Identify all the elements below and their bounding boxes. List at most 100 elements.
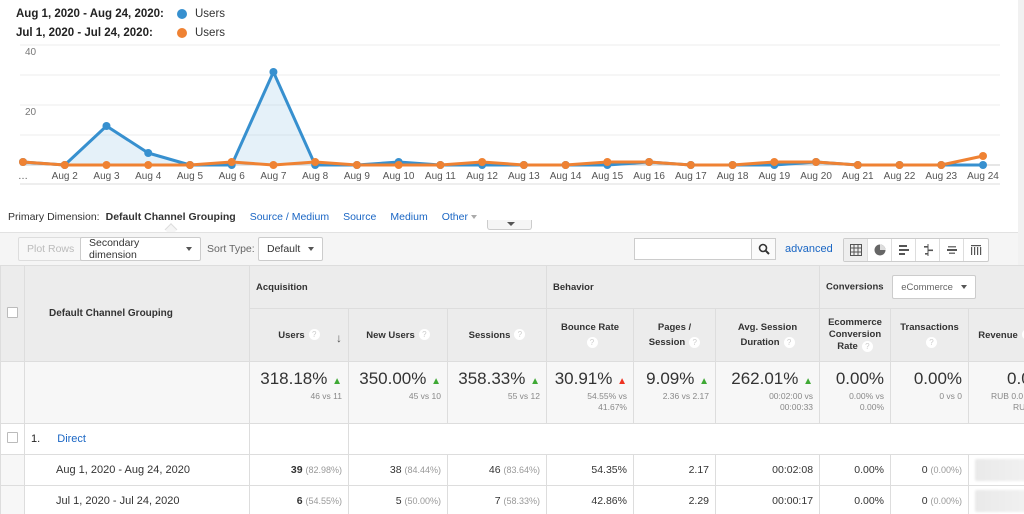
help-icon[interactable]: ? bbox=[586, 336, 598, 348]
x-tick-label: Aug 8 bbox=[302, 171, 329, 182]
cell-new-users: 5 (50.00%) bbox=[348, 485, 448, 514]
cell-transactions: 0 (0.00%) bbox=[890, 454, 970, 486]
cell-sessions: 46 (83.64%) bbox=[447, 454, 547, 486]
total-comparison: 55 vs 12 bbox=[507, 391, 540, 401]
data-point-previous bbox=[645, 158, 654, 166]
total-value: 0.00 bbox=[1007, 369, 1024, 388]
cell-value: 38 bbox=[389, 464, 402, 476]
dimension-header[interactable]: Default Channel Grouping bbox=[24, 265, 250, 362]
total-transactions: 0.00% 0 vs 0 bbox=[890, 361, 970, 424]
total-bounce-rate: 30.91% ▲ 54.55% vs 41.67% bbox=[546, 361, 634, 424]
search-button[interactable] bbox=[751, 238, 776, 260]
column-header-pages-session[interactable]: Pages / Session? bbox=[633, 308, 716, 362]
data-point-previous bbox=[227, 158, 236, 166]
x-tick-label: Aug 7 bbox=[260, 171, 287, 182]
conversions-select-value: eCommerce bbox=[901, 281, 953, 293]
view-percentage-button[interactable] bbox=[868, 239, 892, 261]
total-comparison: 54.55% vs bbox=[587, 391, 627, 401]
total-comparison: 46 vs 11 bbox=[310, 391, 342, 401]
group-header-behavior: Behavior bbox=[545, 265, 821, 309]
column-header-new-users[interactable]: New Users? bbox=[348, 308, 448, 362]
arrow-up-icon: ▲ bbox=[617, 376, 627, 387]
column-header-transactions[interactable]: Transactions? bbox=[890, 308, 970, 362]
data-point-previous bbox=[937, 161, 946, 169]
column-label-line3: Rate bbox=[837, 341, 858, 352]
sort-descending-icon: ↓ bbox=[336, 331, 342, 345]
total-comparison-line2: 00:00:33 bbox=[779, 402, 814, 412]
column-header-sessions[interactable]: Sessions? bbox=[447, 308, 547, 362]
legend-dot-icon bbox=[177, 27, 187, 38]
total-comparison: 45 vs 10 bbox=[408, 391, 441, 401]
dimension-source-medium[interactable]: Source / Medium bbox=[250, 211, 329, 223]
view-comparison-button[interactable] bbox=[916, 239, 940, 261]
data-point-previous bbox=[436, 161, 445, 169]
cell-percent: (83.64%) bbox=[503, 465, 540, 475]
series-line-current bbox=[22, 70, 983, 167]
total-value: 358.33% bbox=[458, 369, 526, 388]
chart-collapse-toggle[interactable] bbox=[487, 220, 532, 230]
x-tick-label: Aug 10 bbox=[383, 171, 415, 182]
help-icon[interactable]: ? bbox=[689, 336, 701, 348]
secondary-dimension-dropdown[interactable]: Secondary dimension bbox=[80, 237, 201, 261]
help-icon[interactable]: ? bbox=[783, 336, 795, 348]
total-value: 0.00% bbox=[835, 369, 885, 388]
sort-type-dropdown[interactable]: Default bbox=[258, 237, 324, 261]
cell-value: 46 bbox=[488, 464, 501, 476]
conversions-goal-dropdown[interactable]: eCommerce bbox=[892, 275, 976, 299]
dimension-medium[interactable]: Medium bbox=[390, 211, 427, 223]
table-row-period: Aug 1, 2020 - Aug 24, 2020 39 (82.98%) 3… bbox=[0, 454, 1024, 486]
column-header-bounce-rate[interactable]: Bounce Rate? bbox=[546, 308, 634, 362]
dimension-source[interactable]: Source bbox=[343, 211, 376, 223]
totals-checkbox-cell bbox=[0, 361, 25, 424]
data-point-previous bbox=[853, 161, 862, 169]
cell-value: 5 bbox=[395, 495, 402, 507]
help-icon[interactable]: ? bbox=[418, 329, 430, 341]
column-label: Bounce Rate bbox=[560, 322, 620, 333]
column-header-ecommerce-conversion-rate[interactable]: Ecommerce Conversion Rate? bbox=[819, 308, 892, 362]
report-table: Default Channel Grouping Acquisition Beh… bbox=[0, 265, 1024, 514]
view-pivot-button[interactable] bbox=[964, 239, 988, 261]
x-tick-label: Aug 6 bbox=[219, 171, 246, 182]
data-point-previous bbox=[770, 158, 779, 166]
help-icon[interactable]: ? bbox=[514, 329, 526, 341]
data-point-previous bbox=[478, 158, 487, 166]
plot-rows-button[interactable]: Plot Rows bbox=[18, 237, 84, 261]
arrow-up-icon: ▲ bbox=[530, 376, 540, 387]
x-tick-label: Aug 14 bbox=[550, 171, 582, 182]
help-icon[interactable]: ? bbox=[308, 329, 320, 341]
help-icon[interactable]: ? bbox=[861, 340, 873, 352]
legend-range: Jul 1, 2020 - Jul 24, 2020: bbox=[16, 26, 153, 39]
primary-dimension-label: Primary Dimension: bbox=[8, 211, 100, 223]
total-value: 350.00% bbox=[359, 369, 427, 388]
data-point-previous bbox=[144, 161, 153, 169]
view-term-cloud-button[interactable] bbox=[940, 239, 964, 261]
legend-metric: Users bbox=[195, 7, 226, 20]
view-data-button[interactable] bbox=[844, 239, 868, 261]
column-header-users[interactable]: Users? ↓ bbox=[249, 308, 349, 362]
total-comparison: 0 vs 0 bbox=[939, 391, 963, 401]
help-icon[interactable]: ? bbox=[926, 336, 938, 348]
arrow-up-icon: ▲ bbox=[699, 376, 709, 387]
advanced-filter-link[interactable]: advanced bbox=[785, 243, 833, 255]
row-blank-cell bbox=[0, 454, 25, 486]
cell-sessions: 7 (58.33%) bbox=[447, 485, 547, 514]
column-header-revenue[interactable]: Revenue? bbox=[968, 308, 1024, 362]
column-header-avg-session-duration[interactable]: Avg. Session Duration? bbox=[714, 308, 821, 362]
users-line-chart: 40 20 … Aug 2 Aug 3 Aug 4 Aug 5 Aug 6 Aug 7 Aug 8… bbox=[0, 40, 1010, 230]
pivot-icon bbox=[971, 245, 982, 255]
data-point-previous bbox=[728, 161, 737, 169]
select-all-checkbox[interactable] bbox=[7, 306, 18, 318]
total-sessions: 358.33% ▲ 55 vs 12 bbox=[447, 361, 547, 424]
chevron-down-icon bbox=[470, 215, 477, 220]
dimension-other[interactable]: Other bbox=[442, 211, 477, 223]
cell-avg-session-duration: 00:00:17 bbox=[714, 485, 821, 514]
row-checkbox[interactable] bbox=[7, 432, 18, 443]
cell-bounce-rate: 54.35% bbox=[546, 454, 634, 486]
row-dimension-link[interactable]: Direct bbox=[57, 433, 86, 445]
table-search-input[interactable] bbox=[634, 238, 752, 260]
x-tick-label: Aug 2 bbox=[52, 171, 79, 182]
total-comparison-line2: 0.00% bbox=[859, 402, 885, 412]
view-performance-button[interactable] bbox=[892, 239, 916, 261]
cell-value: 6 bbox=[296, 495, 303, 507]
data-point-previous bbox=[519, 161, 528, 169]
